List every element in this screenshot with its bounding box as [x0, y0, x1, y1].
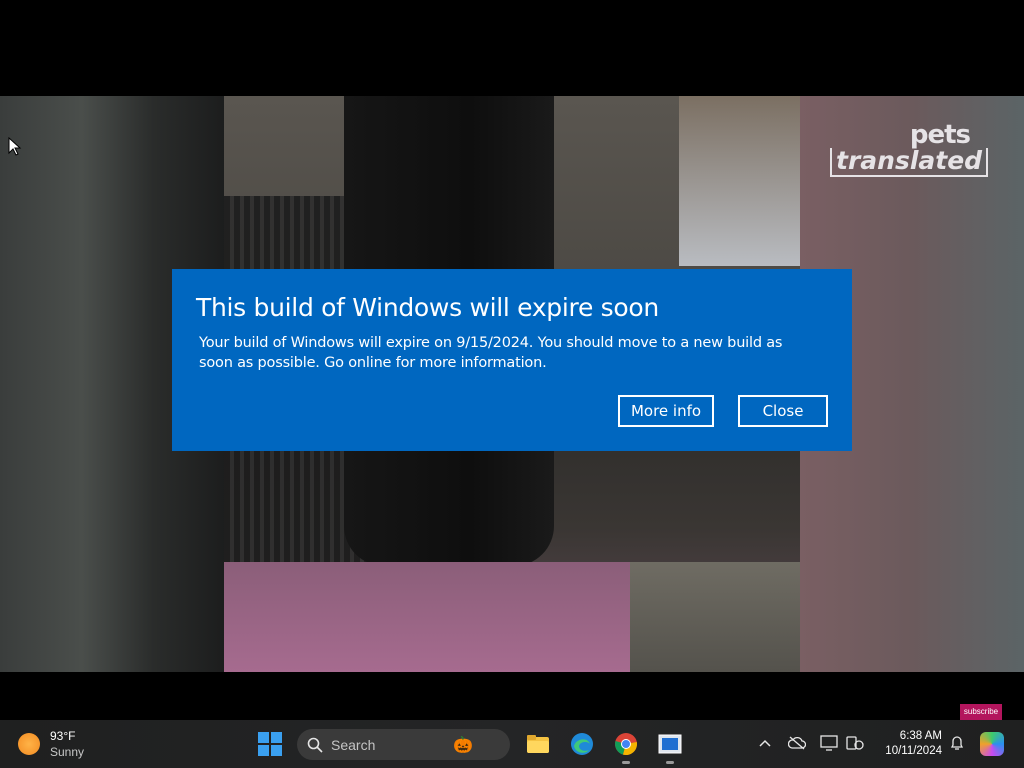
copilot-icon[interactable] [980, 732, 1004, 756]
edge-icon[interactable] [568, 730, 596, 758]
watermark-line1: pets [909, 120, 971, 150]
clock-date: 10/11/2024 [885, 745, 942, 757]
video-window-light [679, 96, 800, 266]
app-window-icon[interactable] [656, 730, 684, 764]
video-rug [630, 562, 800, 672]
pumpkin-icon: 🎃 [453, 736, 473, 754]
running-indicator [622, 761, 630, 764]
cloud-offline-icon[interactable] [786, 732, 808, 754]
dialog-title: This build of Windows will expire soon [196, 293, 659, 322]
clock-time: 6:38 AM [899, 730, 942, 742]
close-button[interactable]: Close [738, 395, 828, 427]
expiry-dialog: This build of Windows will expire soon Y… [172, 269, 852, 451]
system-clock[interactable]: 6:38 AM 10/11/2024 [872, 729, 942, 759]
phone-link-icon[interactable] [844, 732, 866, 754]
sun-icon [18, 733, 40, 755]
weather-temperature: 93°F [50, 729, 76, 743]
notification-bell-icon[interactable] [946, 732, 968, 754]
weather-widget[interactable]: 93°F Sunny [18, 728, 84, 760]
start-icon[interactable] [256, 730, 284, 758]
mouse-cursor-icon [8, 137, 22, 156]
display-icon[interactable] [818, 732, 840, 754]
search-icon [307, 737, 323, 753]
taskbar-search[interactable]: 🎃 [297, 729, 510, 760]
watermark-logo: pets translated [830, 120, 989, 177]
subscribe-badge[interactable]: subscribe [960, 704, 1002, 720]
dialog-message: Your build of Windows will expire on 9/1… [199, 335, 783, 371]
chevron-up-icon[interactable] [754, 732, 776, 754]
chrome-icon[interactable] [612, 730, 640, 764]
weather-condition: Sunny [50, 745, 85, 759]
running-indicator [666, 761, 674, 764]
taskbar: 93°F Sunny 6:38 AM 10/11/2024 [0, 720, 1024, 768]
file-explorer-icon[interactable] [524, 730, 552, 758]
watermark-line2: translated [830, 148, 989, 177]
more-info-button[interactable]: More info [618, 395, 714, 427]
search-input[interactable] [329, 735, 443, 754]
